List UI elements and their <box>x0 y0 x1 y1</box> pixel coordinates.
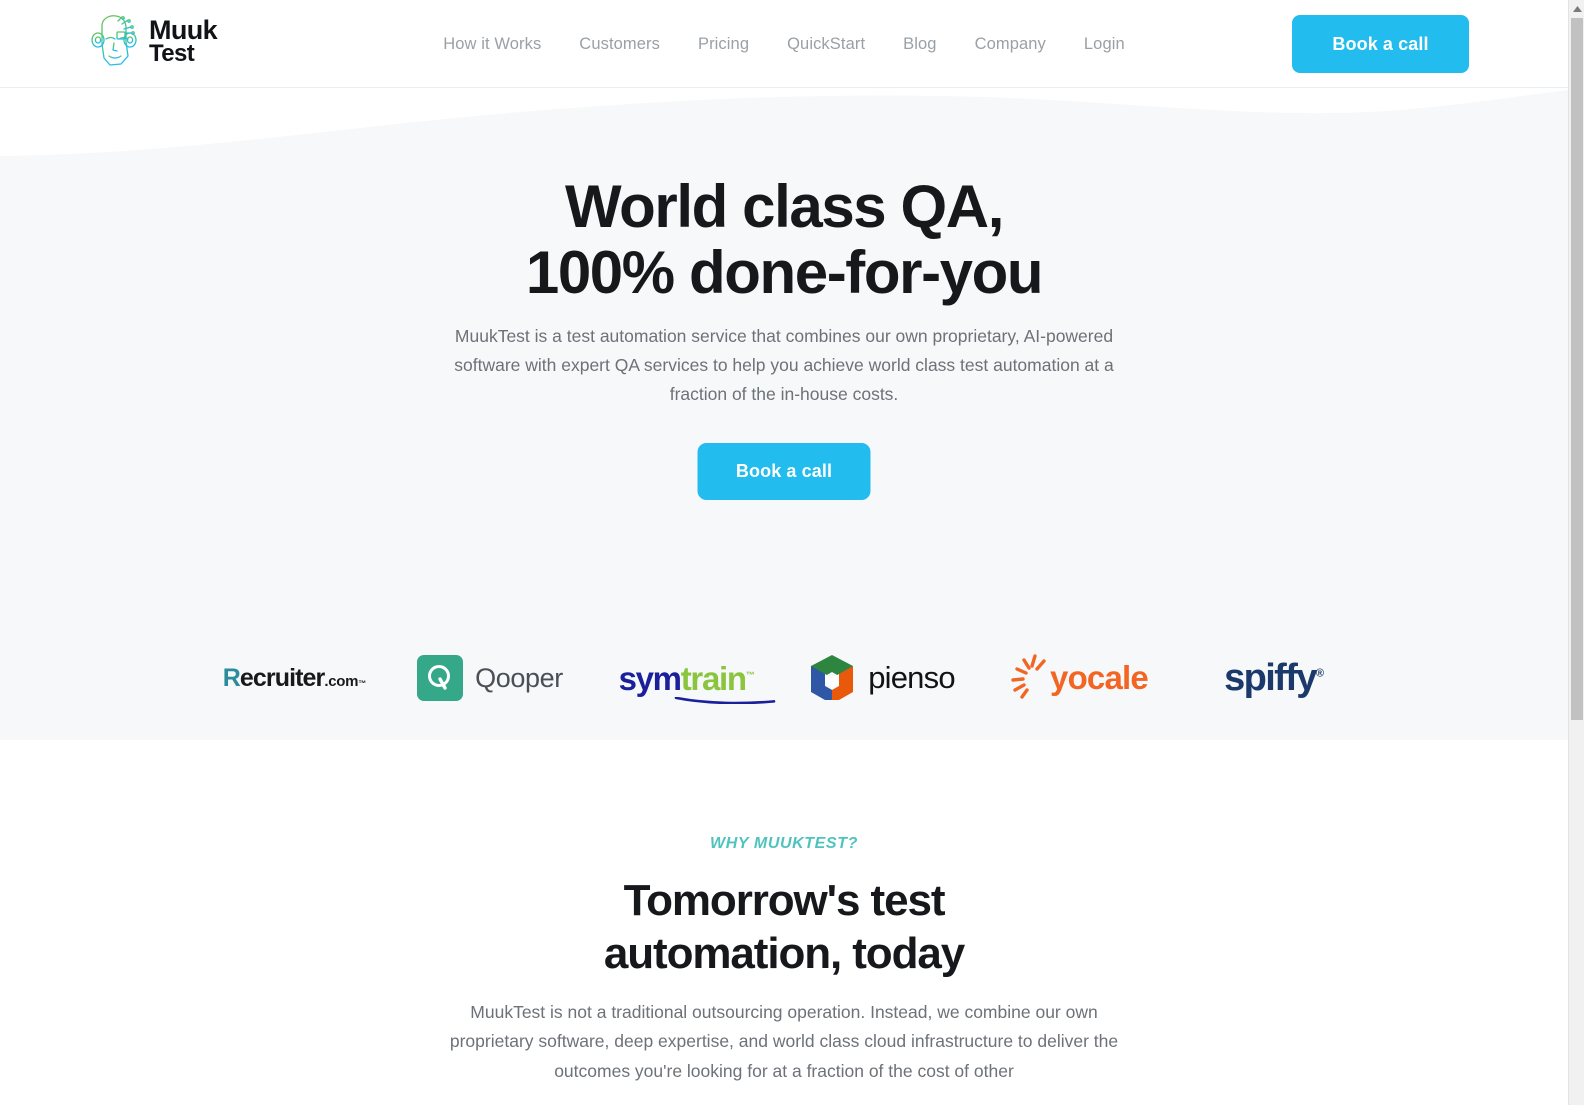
symtrain-swoosh-icon <box>674 696 775 704</box>
symtrain-trademark-icon: ™ <box>745 669 755 680</box>
nav-item-pricing[interactable]: Pricing <box>698 35 749 54</box>
why-section-title: Tomorrow's test automation, today <box>603 876 965 978</box>
why-muuktest-section: WHY MUUKTEST? Tomorrow's test automation… <box>0 740 1568 1105</box>
why-section-body: MuukTest is not a traditional outsourcin… <box>449 1002 1119 1081</box>
pienso-wordmark: pienso <box>868 660 955 695</box>
logo-symtrain: symtrain™ <box>588 623 784 733</box>
customer-logo-strip: Recruiter .com ™ Qooper symtrain™ pienso… <box>0 623 1568 733</box>
logo-qooper: Qooper <box>392 623 588 733</box>
logo-pienso: pienso <box>784 623 980 733</box>
qooper-mark-icon <box>417 655 464 701</box>
recruiter-suffix: .com <box>324 672 359 690</box>
hero-section: World class QA, 100% done-for-you MuukTe… <box>0 88 1568 740</box>
browser-viewport: Muuk Test How it Works Customers Pricing… <box>0 0 1568 1105</box>
symtrain-part-2: train <box>680 659 747 697</box>
symtrain-part-1: sym <box>618 659 682 697</box>
yocale-word: ocale <box>1067 659 1149 696</box>
spiffy-wordmark: spiffy <box>1224 656 1317 699</box>
nav-item-how-it-works[interactable]: How it Works <box>443 35 541 54</box>
yocale-sunburst-icon <box>1011 654 1046 699</box>
nav-item-customers[interactable]: Customers <box>579 35 660 54</box>
logo-recruiter-com: Recruiter .com ™ <box>196 623 392 733</box>
nav-item-company[interactable]: Company <box>975 35 1046 54</box>
recruiter-initial: R <box>222 663 241 692</box>
logo-spiffy: spiffy® <box>1176 623 1372 733</box>
hero-subtitle: MuukTest is a test automation service th… <box>454 326 1114 405</box>
recruiter-word: ecruiter <box>239 663 325 692</box>
recruiter-trademark-icon: ™ <box>358 678 366 688</box>
qooper-wordmark: Qooper <box>475 662 563 693</box>
logo-yocale: yocale <box>980 623 1176 733</box>
hero-title: World class QA, 100% done-for-you <box>525 173 1044 306</box>
yocale-initial: y <box>1050 659 1068 696</box>
yocale-wordmark: yocale <box>1050 659 1149 697</box>
spiffy-registered-icon: ® <box>1315 666 1324 679</box>
nav-item-quickstart[interactable]: QuickStart <box>787 35 865 54</box>
pienso-cube-icon <box>811 655 854 700</box>
header-book-a-call-button[interactable]: Book a call <box>1292 15 1469 73</box>
scrollbar-up-arrow-icon[interactable] <box>1569 0 1584 17</box>
site-header: Muuk Test How it Works Customers Pricing… <box>0 0 1568 88</box>
scrollbar-thumb[interactable] <box>1571 18 1583 720</box>
page-scrollbar[interactable] <box>1568 0 1584 1105</box>
hero-book-a-call-button[interactable]: Book a call <box>697 443 871 500</box>
why-eyebrow-label: WHY MUUKTEST? <box>710 835 858 852</box>
nav-item-login[interactable]: Login <box>1084 35 1125 54</box>
nav-item-blog[interactable]: Blog <box>903 35 936 54</box>
